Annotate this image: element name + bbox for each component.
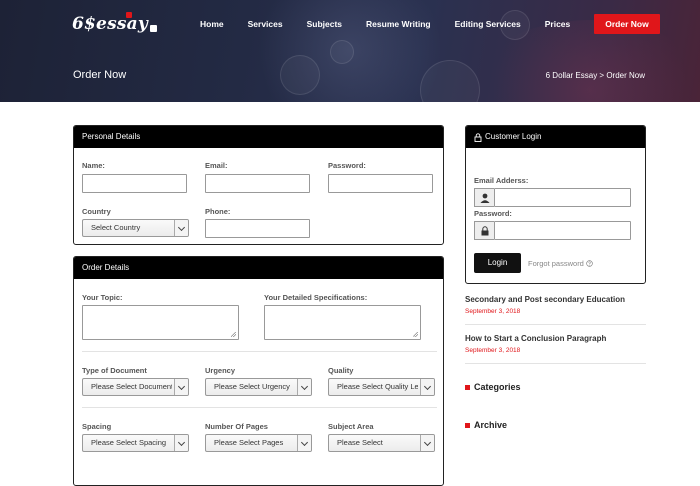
- login-password-label: Password:: [474, 209, 512, 218]
- post-date: September 3, 2018: [465, 308, 521, 315]
- chevron-down-icon: [420, 435, 434, 451]
- country-select[interactable]: Select Country: [82, 219, 189, 237]
- site-logo[interactable]: 6$essay: [72, 10, 157, 34]
- login-heading-text: Customer Login: [485, 132, 542, 141]
- login-button[interactable]: Login: [474, 253, 521, 273]
- spacing-value: Please Select Spacing: [91, 438, 167, 447]
- subject-area-select[interactable]: Please Select: [328, 434, 435, 452]
- order-details-panel: Order Details Your Topic: Your Detailed …: [73, 256, 444, 486]
- spacing-select[interactable]: Please Select Spacing: [82, 434, 189, 452]
- forgot-password-text: Forgot password: [528, 259, 584, 268]
- main-content: Personal Details Name: Email: Password: …: [0, 102, 700, 486]
- post-title-link[interactable]: Secondary and Post secondary Education: [465, 295, 625, 304]
- spacing-label: Spacing: [82, 422, 112, 431]
- password-label: Password:: [328, 161, 366, 170]
- panel-heading: Order Details: [74, 257, 443, 279]
- user-icon: [480, 193, 490, 203]
- email-label: Email:: [205, 161, 228, 170]
- specifications-textarea[interactable]: [264, 305, 421, 340]
- lock-icon: [474, 132, 482, 142]
- archive-heading-text: Archive: [474, 420, 508, 430]
- decor-bubble: [330, 40, 354, 64]
- divider: [82, 407, 437, 408]
- specifications-label: Your Detailed Specifications:: [264, 293, 368, 302]
- user-icon-box: [474, 188, 494, 207]
- nav-subjects[interactable]: Subjects: [307, 19, 342, 29]
- panel-heading: Customer Login: [466, 126, 645, 148]
- phone-input[interactable]: [205, 219, 310, 238]
- country-label: Country: [82, 207, 111, 216]
- logo-red-square: [126, 12, 132, 18]
- urgency-label: Urgency: [205, 366, 236, 375]
- quality-select[interactable]: Please Select Quality Level: [328, 378, 435, 396]
- page-title: Order Now: [73, 69, 127, 81]
- nav-editing-services[interactable]: Editing Services: [455, 19, 521, 29]
- phone-label: Phone:: [205, 207, 231, 216]
- bullet-square-icon: [465, 384, 470, 390]
- nav-order-now-button[interactable]: Order Now: [594, 14, 660, 34]
- subject-area-label: Subject Area: [328, 422, 374, 431]
- login-password-input[interactable]: [494, 221, 631, 240]
- topic-label: Your Topic:: [82, 293, 123, 302]
- pages-label: Number Of Pages: [205, 422, 268, 431]
- pages-value: Please Select Pages: [214, 438, 284, 447]
- post-date: September 3, 2018: [465, 347, 521, 354]
- document-type-select[interactable]: Please Select Document: [82, 378, 189, 396]
- chevron-down-icon: [297, 435, 311, 451]
- nav-resume-writing[interactable]: Resume Writing: [366, 19, 431, 29]
- login-email-label: Email Adderss:: [474, 176, 529, 185]
- panel-heading: Personal Details: [74, 126, 443, 148]
- password-input[interactable]: [328, 174, 433, 193]
- divider: [465, 324, 646, 325]
- archive-heading: Archive: [465, 420, 507, 430]
- login-email-input[interactable]: [494, 188, 631, 207]
- nav-prices[interactable]: Prices: [545, 19, 571, 29]
- chevron-down-icon: [297, 379, 311, 395]
- document-type-label: Type of Document: [82, 366, 147, 375]
- country-select-value: Select Country: [91, 223, 141, 232]
- document-type-value: Please Select Document: [91, 382, 172, 391]
- lock-icon-box: [474, 221, 494, 240]
- categories-heading-text: Categories: [474, 382, 521, 392]
- site-header: 6$essay Home Services Subjects Resume Wr…: [0, 0, 700, 102]
- post-title-link[interactable]: How to Start a Conclusion Paragraph: [465, 334, 606, 343]
- nav-home[interactable]: Home: [200, 19, 224, 29]
- personal-details-panel: Personal Details Name: Email: Password: …: [73, 125, 444, 245]
- chevron-down-icon: [420, 379, 434, 395]
- name-label: Name:: [82, 161, 105, 170]
- urgency-select[interactable]: Please Select Urgency: [205, 378, 312, 396]
- resize-grip-icon[interactable]: [231, 332, 236, 337]
- subject-area-value: Please Select: [337, 438, 383, 447]
- breadcrumb: 6 Dollar Essay > Order Now: [545, 71, 645, 80]
- main-nav: Home Services Subjects Resume Writing Ed…: [200, 14, 660, 34]
- logo-white-square: [149, 25, 157, 32]
- divider: [82, 351, 437, 352]
- categories-heading: Categories: [465, 382, 521, 392]
- email-input[interactable]: [205, 174, 310, 193]
- pages-select[interactable]: Please Select Pages: [205, 434, 312, 452]
- decor-bubble: [280, 55, 320, 95]
- bullet-square-icon: [465, 422, 470, 428]
- topic-textarea[interactable]: [82, 305, 239, 340]
- quality-label: Quality: [328, 366, 354, 375]
- urgency-value: Please Select Urgency: [214, 382, 290, 391]
- quality-value: Please Select Quality Level: [337, 382, 418, 391]
- forgot-password-link[interactable]: Forgot password: [528, 259, 593, 268]
- nav-services[interactable]: Services: [248, 19, 283, 29]
- chevron-down-icon: [174, 379, 188, 395]
- question-icon: [586, 260, 593, 267]
- chevron-down-icon: [174, 435, 188, 451]
- chevron-down-icon: [174, 220, 188, 236]
- customer-login-panel: Customer Login Email Adderss: Password: …: [465, 125, 646, 284]
- divider: [465, 363, 646, 364]
- resize-grip-icon[interactable]: [413, 332, 418, 337]
- lock-icon: [481, 226, 489, 236]
- name-input[interactable]: [82, 174, 187, 193]
- logo-text: 6$essay: [72, 14, 148, 34]
